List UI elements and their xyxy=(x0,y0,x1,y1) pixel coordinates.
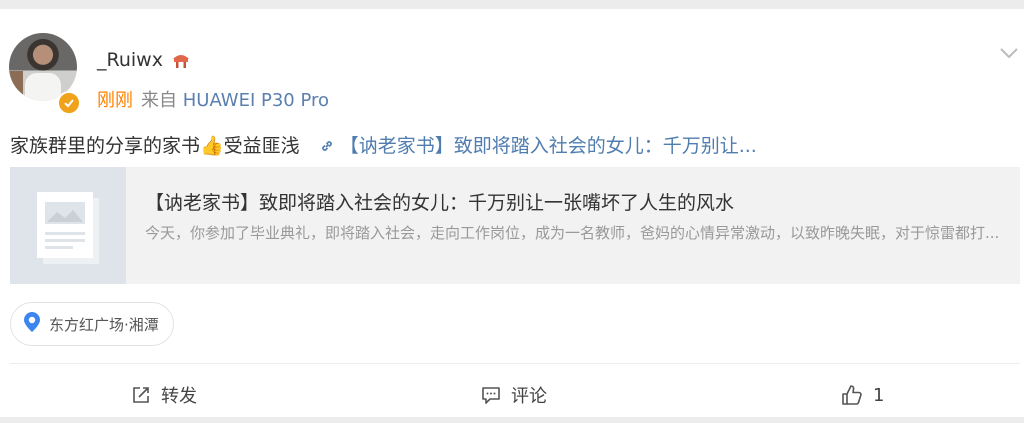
post-source-prefix: 来自 xyxy=(141,90,177,111)
username[interactable]: _Ruiwx xyxy=(97,49,163,71)
like-button[interactable]: 1 xyxy=(841,383,884,407)
repost-icon xyxy=(133,387,149,403)
comment-label: 评论 xyxy=(511,386,547,407)
post-meta: 刚刚 来自 HUAWEI P30 Pro xyxy=(97,86,329,112)
comment-button[interactable]: 评论 xyxy=(481,383,547,407)
weibo-post-card: _Ruiwx 刚刚 来自 HUAWEI P30 Pro 家族群里的分享的家书👍受益… xyxy=(0,9,1024,417)
post-time: 刚刚 xyxy=(97,90,133,111)
preview-description: 今天，你参加了毕业典礼，即将踏入社会，走向工作岗位，成为一名教师，爸妈的心情异常… xyxy=(145,224,1000,242)
post-device[interactable]: HUAWEI P30 Pro xyxy=(183,90,329,111)
link-icon xyxy=(320,136,334,158)
document-thumbnail-icon xyxy=(10,167,126,284)
location-label: 东方红广场·湘潭 xyxy=(49,315,159,334)
chevron-down-icon[interactable] xyxy=(999,45,1019,64)
thumbs-up-icon xyxy=(842,385,862,405)
avatar-figure xyxy=(25,73,61,101)
post-body: 家族群里的分享的家书👍受益匪浅 xyxy=(10,135,300,157)
verified-badge-icon xyxy=(57,91,81,115)
post-text: 家族群里的分享的家书👍受益匪浅 【讷老家书】致即将踏入社会的女儿：千万别让... xyxy=(10,131,757,158)
like-count: 1 xyxy=(873,384,885,406)
location-chip[interactable]: 东方红广场·湘潭 xyxy=(10,302,174,346)
avatar-background xyxy=(9,71,23,101)
map-pin-icon xyxy=(21,311,43,337)
repost-label: 转发 xyxy=(161,386,197,407)
preview-title: 【讷老家书】致即将踏入社会的女儿：千万别让一张嘴坏了人生的风水 xyxy=(145,192,735,214)
link-preview-card[interactable]: 【讷老家书】致即将踏入社会的女儿：千万别让一张嘴坏了人生的风水 今天，你参加了毕… xyxy=(10,167,1020,284)
comment-icon xyxy=(482,387,500,404)
post-link[interactable]: 【讷老家书】致即将踏入社会的女儿：千万别让... xyxy=(340,135,757,157)
repost-button[interactable]: 转发 xyxy=(131,383,197,407)
divider xyxy=(10,363,1020,364)
member-badge-icon xyxy=(171,50,191,74)
